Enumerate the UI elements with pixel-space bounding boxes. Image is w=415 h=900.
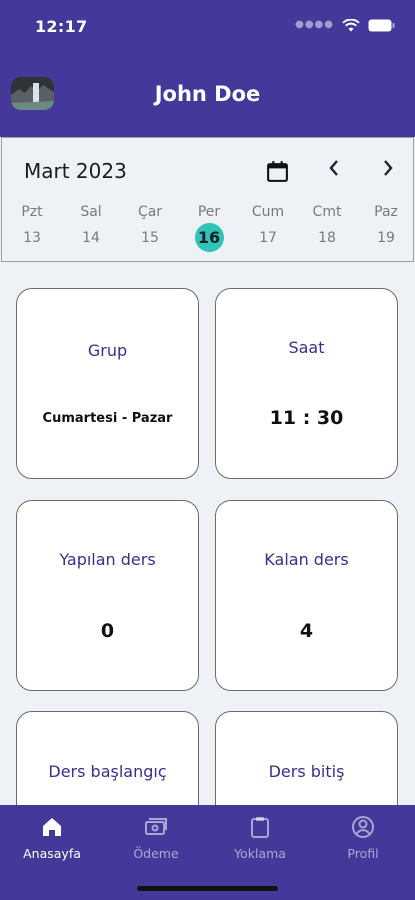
- month-title: Mart 2023: [24, 159, 127, 183]
- weekday-row: Pzt 13 Sal 14 Çar 15 Per 16 Cum 17 Cmt 1…: [2, 202, 415, 252]
- card-label: Grup: [87, 341, 128, 360]
- card-value: 4: [299, 620, 314, 642]
- day-name: Cum: [251, 204, 285, 220]
- day-name: Paz: [374, 204, 398, 220]
- nav-attendance[interactable]: Yoklama: [215, 815, 305, 861]
- day-name: Per: [197, 204, 221, 220]
- card-value: Cumartesi - Pazar: [42, 411, 173, 426]
- battery-icon: [368, 19, 395, 31]
- status-time: 12:17: [35, 17, 88, 36]
- user-circle-icon: [352, 816, 374, 838]
- prev-week-button[interactable]: [324, 158, 344, 182]
- day-name: Pzt: [21, 204, 43, 220]
- day-date: 17: [259, 230, 277, 246]
- day-date: 13: [23, 230, 41, 246]
- app-header: 12:17 ●●●● John Doe: [0, 0, 415, 137]
- day-thu-selected[interactable]: Per 16: [184, 202, 234, 252]
- home-indicator: [137, 886, 278, 891]
- card-label: Saat: [288, 338, 325, 357]
- card-lessons-left: Kalan ders 4: [215, 500, 398, 691]
- nav-label: Ödeme: [133, 846, 179, 861]
- day-wed[interactable]: Çar 15: [125, 202, 175, 251]
- clipboard-icon: [251, 817, 269, 838]
- card-label: Ders bitiş: [268, 762, 345, 781]
- day-name: Çar: [137, 204, 163, 220]
- card-label: Yapılan ders: [59, 550, 156, 569]
- next-week-button[interactable]: [378, 158, 398, 182]
- day-tue[interactable]: Sal 14: [66, 202, 116, 251]
- card-time: Saat 11 : 30: [215, 288, 398, 479]
- nav-profile[interactable]: Profil: [318, 815, 408, 861]
- home-icon: [43, 818, 61, 836]
- day-name: Sal: [80, 204, 102, 220]
- wifi-icon: [342, 18, 360, 31]
- day-date: 15: [141, 230, 159, 246]
- chevron-right-icon: [384, 160, 393, 176]
- day-date: 14: [82, 230, 100, 246]
- nav-label: Profil: [347, 846, 379, 861]
- day-name: Cmt: [312, 204, 342, 220]
- chevron-left-icon: [329, 160, 338, 176]
- signal-icon: ●●●●: [295, 19, 334, 30]
- day-date: 18: [318, 230, 336, 246]
- calendar-icon[interactable]: [265, 159, 290, 184]
- day-sun[interactable]: Paz 19: [361, 202, 411, 251]
- card-label: Ders başlangıç: [48, 762, 167, 781]
- nav-home[interactable]: Anasayfa: [7, 815, 97, 861]
- day-mon[interactable]: Pzt 13: [7, 202, 57, 251]
- status-icons: ●●●●: [295, 17, 395, 33]
- card-lessons-done: Yapılan ders 0: [16, 500, 199, 691]
- card-value: 0: [100, 620, 115, 642]
- day-sat[interactable]: Cmt 18: [302, 202, 352, 251]
- nav-label: Yoklama: [234, 846, 286, 861]
- nav-payment[interactable]: Ödeme: [111, 815, 201, 861]
- day-fri[interactable]: Cum 17: [243, 202, 293, 251]
- week-calendar: Mart 2023 Pzt 13 Sal 14 Çar 15 Per 16 Cu…: [1, 137, 414, 262]
- day-date: 19: [377, 230, 395, 246]
- nav-label: Anasayfa: [23, 846, 81, 861]
- user-name: John Doe: [154, 82, 261, 106]
- card-group: Grup Cumartesi - Pazar: [16, 288, 199, 479]
- day-date-selected: 16: [194, 223, 224, 252]
- payment-icon: [145, 818, 167, 835]
- card-label: Kalan ders: [264, 550, 349, 569]
- card-value: 11 : 30: [269, 407, 344, 429]
